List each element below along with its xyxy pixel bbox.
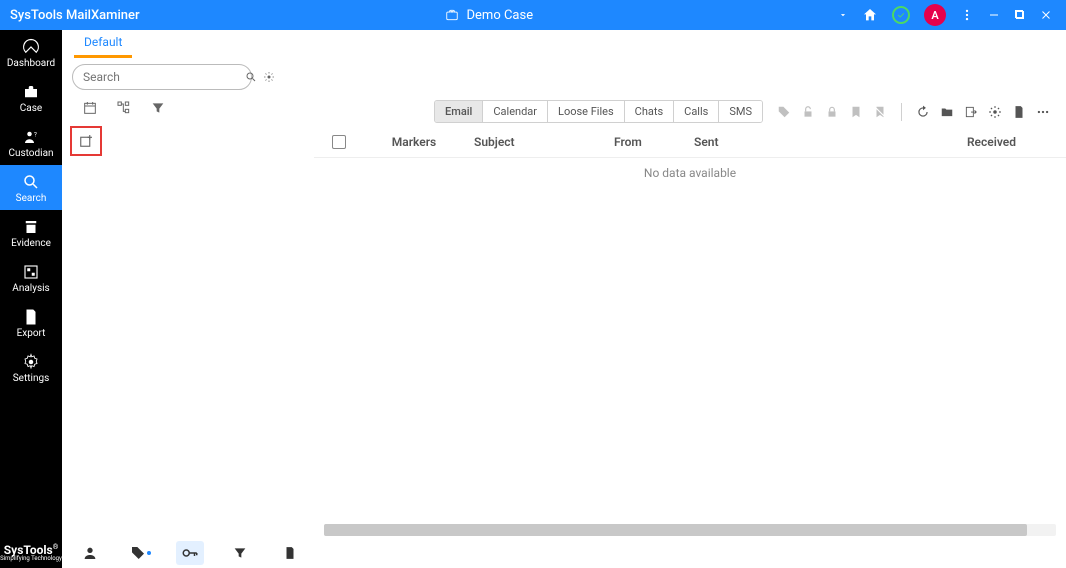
settings-gear-icon [22,353,40,371]
sidebar-item-label: Settings [13,373,50,384]
lock-open-icon[interactable] [801,105,815,119]
sidebar-item-label: Case [20,103,42,114]
seg-email[interactable]: Email [435,101,483,122]
close-icon[interactable] [1040,9,1052,21]
bookmark-off-icon[interactable] [873,105,887,119]
sidebar-item-label: Search [16,193,47,204]
sidebar-item-dashboard[interactable]: Dashboard [0,30,62,75]
sidebar-item-case[interactable]: Case [0,75,62,120]
filter-funnel-icon[interactable] [150,100,166,116]
date-range-icon[interactable] [82,100,98,116]
col-from[interactable]: From [614,135,694,149]
custodian-icon: ? [22,128,40,146]
col-received[interactable]: Received [936,135,1056,149]
briefcase-icon [445,8,459,22]
title-bar: SysTools MailXaminer Demo Case A [0,0,1066,30]
export-out-icon[interactable] [964,105,978,119]
user-avatar[interactable]: A [924,4,946,26]
bottom-file-icon[interactable] [276,541,304,565]
select-all-checkbox[interactable] [332,135,346,149]
more-vert-icon[interactable] [960,8,974,22]
status-ok-icon [892,6,910,24]
seg-chats[interactable]: Chats [625,101,674,122]
tab-strip: Default [62,30,1066,58]
dashboard-icon [22,38,40,56]
content-type-segmented: Email Calendar Loose Files Chats Calls S… [434,100,763,123]
document-icon[interactable] [1012,105,1026,119]
analysis-icon [22,263,40,281]
sidebar-item-analysis[interactable]: Analysis [0,255,62,300]
col-markers[interactable]: Markers [354,135,474,149]
search-go-icon[interactable] [245,71,257,83]
gear-icon[interactable] [988,105,1002,119]
seg-calendar[interactable]: Calendar [483,101,548,122]
bottom-key-icon[interactable] [176,541,204,565]
new-item-highlighted-button[interactable] [70,126,102,156]
svg-text:?: ? [34,131,37,138]
case-dropdown-icon[interactable] [838,10,848,20]
home-icon[interactable] [862,7,878,23]
bookmark-icon[interactable] [849,105,863,119]
sidebar-item-label: Evidence [11,238,51,249]
search-icon [22,173,40,191]
sidebar-item-export[interactable]: Export [0,300,62,345]
table-header-row: Markers Subject From Sent Received [314,127,1066,158]
sidebar-item-label: Dashboard [7,58,55,69]
lock-icon[interactable] [825,105,839,119]
bottom-filter-icon[interactable] [226,541,254,565]
tab-default[interactable]: Default [74,29,132,58]
col-sent[interactable]: Sent [694,135,774,149]
sidebar-item-evidence[interactable]: Evidence [0,210,62,255]
bottom-tag-icon[interactable] [126,541,154,565]
refresh-icon[interactable] [916,105,930,119]
sidebar-item-custodian[interactable]: ? Custodian [0,120,62,165]
tree-view-icon[interactable] [116,100,132,116]
brand-logo: SysTools® Simplifying Technology [0,544,62,568]
sidebar-item-label: Export [17,328,46,339]
seg-calls[interactable]: Calls [674,101,719,122]
app-title: SysTools MailXaminer [0,8,140,23]
search-input[interactable] [83,70,239,84]
case-name: Demo Case [467,8,534,23]
sidebar-item-settings[interactable]: Settings [0,345,62,390]
seg-loose-files[interactable]: Loose Files [548,101,625,122]
sidebar-item-label: Analysis [12,283,49,294]
empty-state-text: No data available [314,158,1066,188]
bottom-user-icon[interactable] [76,541,104,565]
evidence-icon [22,218,40,236]
horizontal-scrollbar[interactable] [324,524,1056,536]
seg-sms[interactable]: SMS [719,101,762,122]
search-field-wrap [72,64,252,90]
more-horiz-icon[interactable] [1036,105,1050,119]
case-icon [22,83,40,101]
maximize-icon[interactable] [1014,9,1026,21]
folder-open-icon[interactable] [940,105,954,119]
sidebar: Dashboard Case ? Custodian Search Eviden… [0,30,62,568]
tag-icon[interactable] [777,105,791,119]
toolbar-divider [901,103,902,121]
search-settings-icon[interactable] [263,71,275,83]
col-subject[interactable]: Subject [474,135,614,149]
export-icon [22,308,40,326]
sidebar-item-search[interactable]: Search [0,165,62,210]
sidebar-item-label: Custodian [8,148,53,159]
bottom-bar [62,538,1066,568]
minimize-icon[interactable] [988,9,1000,21]
